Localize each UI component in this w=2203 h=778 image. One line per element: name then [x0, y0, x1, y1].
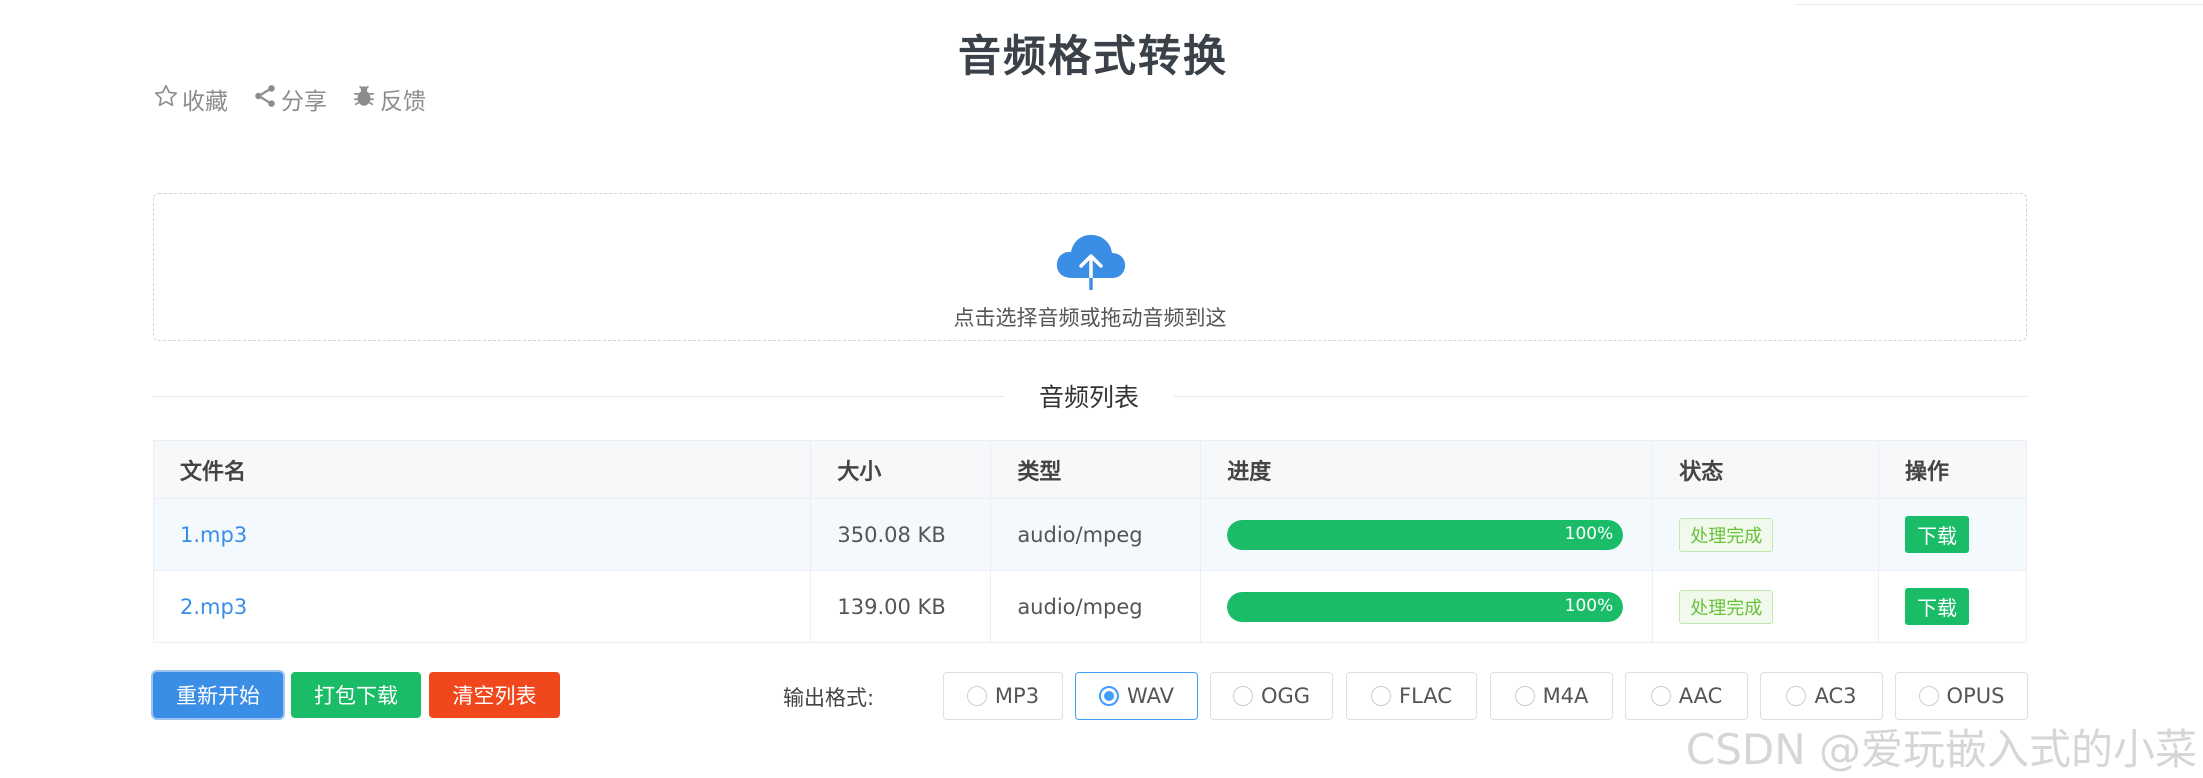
- clear-list-button[interactable]: 清空列表: [429, 672, 560, 718]
- format-option-label: MP3: [994, 684, 1040, 708]
- progress-label: 100%: [1564, 523, 1614, 544]
- audio-table: 文件名 大小 类型 进度 状态 操作 1.mp3 350.08 KB audio…: [152, 440, 2027, 643]
- file-type: audio/mpeg: [990, 570, 1202, 643]
- file-size: 350.08 KB: [810, 498, 992, 571]
- table-row: 2.mp3 139.00 KB audio/mpeg 100% 处理完成 下载: [152, 570, 2027, 643]
- format-option-wav[interactable]: WAV: [1075, 672, 1198, 720]
- table-row: 1.mp3 350.08 KB audio/mpeg 100% 处理完成 下载: [152, 498, 2027, 571]
- favorite-link[interactable]: 收藏: [153, 82, 228, 116]
- download-button[interactable]: 下载: [1905, 516, 1970, 553]
- cloud-upload-icon: [1054, 230, 1128, 292]
- format-option-m4a[interactable]: M4A: [1490, 672, 1613, 720]
- progress-bar: 100%: [1227, 519, 1624, 550]
- radio-circle: [1232, 686, 1253, 706]
- top-edge-line: [1795, 0, 2203, 5]
- format-option-mp3[interactable]: MP3: [943, 672, 1063, 720]
- file-name-link[interactable]: 1.mp3: [180, 523, 247, 547]
- favorite-label: 收藏: [182, 89, 228, 115]
- list-title: 音频列表: [1004, 378, 1174, 414]
- restart-button[interactable]: 重新开始: [153, 672, 283, 718]
- feedback-link[interactable]: 反馈: [351, 82, 426, 116]
- radio-circle: [1786, 686, 1807, 706]
- share-label: 分享: [281, 89, 327, 115]
- format-option-flac[interactable]: FLAC: [1346, 672, 1477, 720]
- radio-circle: [1371, 686, 1392, 706]
- radio-circle: [1514, 686, 1535, 706]
- action-links: 收藏 分享 反馈: [153, 82, 426, 116]
- format-option-label: AC3: [1814, 684, 1857, 708]
- format-option-ac3[interactable]: AC3: [1760, 672, 1883, 720]
- status-badge: 处理完成: [1679, 517, 1774, 552]
- format-option-label: FLAC: [1399, 684, 1452, 708]
- bug-icon: [351, 83, 377, 115]
- format-option-label: M4A: [1542, 684, 1589, 708]
- header-filename: 文件名: [152, 440, 812, 499]
- format-option-aac[interactable]: AAC: [1625, 672, 1748, 720]
- upload-hint: 点击选择音频或拖动音频到这: [953, 306, 1227, 330]
- radio-circle: [1098, 686, 1119, 706]
- download-button[interactable]: 下载: [1905, 588, 1970, 625]
- header-status: 状态: [1652, 440, 1880, 499]
- file-size: 139.00 KB: [810, 570, 992, 643]
- status-badge: 处理完成: [1679, 589, 1774, 624]
- format-option-label: OGG: [1260, 684, 1311, 708]
- format-option-label: OPUS: [1946, 684, 2005, 708]
- radio-circle: [1918, 686, 1939, 706]
- header-size: 大小: [810, 440, 992, 499]
- radio-circle: [966, 686, 987, 706]
- header-progress: 进度: [1200, 440, 1654, 499]
- progress-bar: 100%: [1227, 591, 1624, 622]
- page-title: 音频格式转换: [958, 32, 1228, 82]
- feedback-label: 反馈: [380, 89, 426, 115]
- header-action: 操作: [1878, 440, 2027, 499]
- file-type: audio/mpeg: [990, 498, 1202, 571]
- format-option-label: AAC: [1678, 684, 1723, 708]
- share-link[interactable]: 分享: [252, 82, 327, 116]
- format-option-ogg[interactable]: OGG: [1210, 672, 1333, 720]
- format-option-opus[interactable]: OPUS: [1895, 672, 2028, 720]
- file-name-link[interactable]: 2.mp3: [180, 595, 247, 619]
- watermark: CSDN @爱玩嵌入式的小菜: [1685, 725, 2197, 774]
- table-header-row: 文件名 大小 类型 进度 状态 操作: [152, 440, 2027, 499]
- output-format-label: 输出格式:: [783, 686, 875, 710]
- pack-download-button[interactable]: 打包下载: [291, 672, 421, 718]
- progress-label: 100%: [1564, 595, 1614, 616]
- header-type: 类型: [990, 440, 1202, 499]
- upload-dropzone[interactable]: 点击选择音频或拖动音频到这: [153, 193, 2027, 341]
- radio-circle: [1650, 686, 1671, 706]
- share-icon: [252, 83, 278, 115]
- star-icon: [153, 83, 179, 115]
- format-option-label: WAV: [1126, 684, 1174, 708]
